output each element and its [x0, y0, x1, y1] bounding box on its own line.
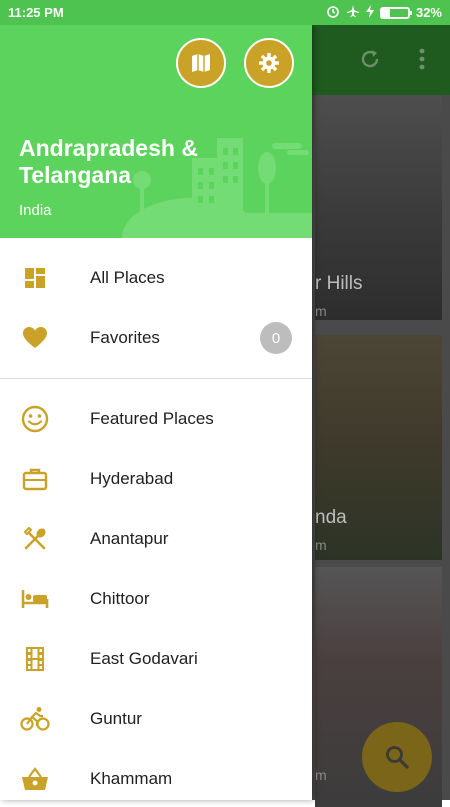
menu-item-featured-places[interactable]: Featured Places — [0, 389, 312, 449]
status-icons: 32% — [326, 4, 442, 21]
menu-item-label: East Godavari — [90, 649, 198, 668]
menu-divider — [0, 378, 312, 379]
search-fab[interactable] — [362, 722, 432, 792]
more-options-icon[interactable] — [418, 47, 426, 78]
briefcase-icon — [20, 464, 50, 494]
map-icon — [192, 54, 210, 72]
place-subtitle: m — [315, 767, 327, 783]
menu-item-khammam[interactable]: Khammam — [0, 749, 312, 800]
place-title: r Hills — [315, 273, 363, 294]
charging-icon — [365, 4, 374, 21]
status-bar: 11:25 PM 32% — [0, 0, 450, 25]
drawer-header: Andrapradesh & Telangana India — [0, 25, 312, 238]
region-title: Andrapradesh & Telangana — [19, 135, 198, 188]
menu-item-anantapur[interactable]: Anantapur — [0, 509, 312, 569]
menu-item-label: All Places — [90, 268, 165, 287]
menu-item-hyderabad[interactable]: Hyderabad — [0, 449, 312, 509]
place-subtitle: m — [315, 537, 327, 553]
menu-item-label: Khammam — [90, 769, 173, 788]
menu-item-label: Featured Places — [90, 409, 214, 428]
navigation-drawer: Andrapradesh & Telangana India All Place… — [0, 25, 312, 800]
battery-percent: 32% — [415, 5, 442, 20]
menu-item-label: Favorites — [90, 328, 160, 347]
basket-icon — [20, 764, 50, 794]
film-icon — [20, 644, 50, 674]
favorites-count-badge: 0 — [260, 322, 292, 354]
settings-button[interactable] — [244, 38, 294, 88]
airplane-icon — [346, 4, 360, 21]
map-button[interactable] — [176, 38, 226, 88]
bicycle-icon — [20, 704, 50, 734]
dashboard-icon — [20, 263, 50, 293]
primary-menu: All Places Favorites 0 — [0, 238, 312, 368]
place-title: nda — [315, 507, 347, 528]
menu-item-east-godavari[interactable]: East Godavari — [0, 629, 312, 689]
menu-item-favorites[interactable]: Favorites 0 — [0, 308, 312, 368]
refresh-icon[interactable] — [358, 47, 382, 78]
alarm-icon — [326, 4, 340, 21]
heart-icon — [20, 323, 50, 353]
menu-item-label: Guntur — [90, 709, 142, 728]
status-time: 11:25 PM — [8, 5, 64, 20]
utensils-icon — [20, 524, 50, 554]
place-card[interactable]: r Hills m — [315, 95, 442, 320]
menu-item-all-places[interactable]: All Places — [0, 248, 312, 308]
menu-item-label: Chittoor — [90, 589, 150, 608]
country-label: India — [19, 202, 52, 219]
battery-fill — [381, 8, 391, 17]
menu-item-label: Anantapur — [90, 529, 169, 548]
search-icon — [386, 746, 409, 769]
smiley-icon — [20, 404, 50, 434]
menu-item-label: Hyderabad — [90, 469, 174, 488]
gear-icon — [259, 53, 279, 73]
menu-item-guntur[interactable]: Guntur — [0, 689, 312, 749]
bed-icon — [20, 584, 50, 614]
place-card[interactable]: nda m — [315, 335, 442, 560]
battery-icon — [379, 6, 412, 19]
place-subtitle: m — [315, 303, 327, 319]
category-menu: Featured Places Hyderabad Anantapur Chit… — [0, 389, 312, 800]
menu-item-chittoor[interactable]: Chittoor — [0, 569, 312, 629]
